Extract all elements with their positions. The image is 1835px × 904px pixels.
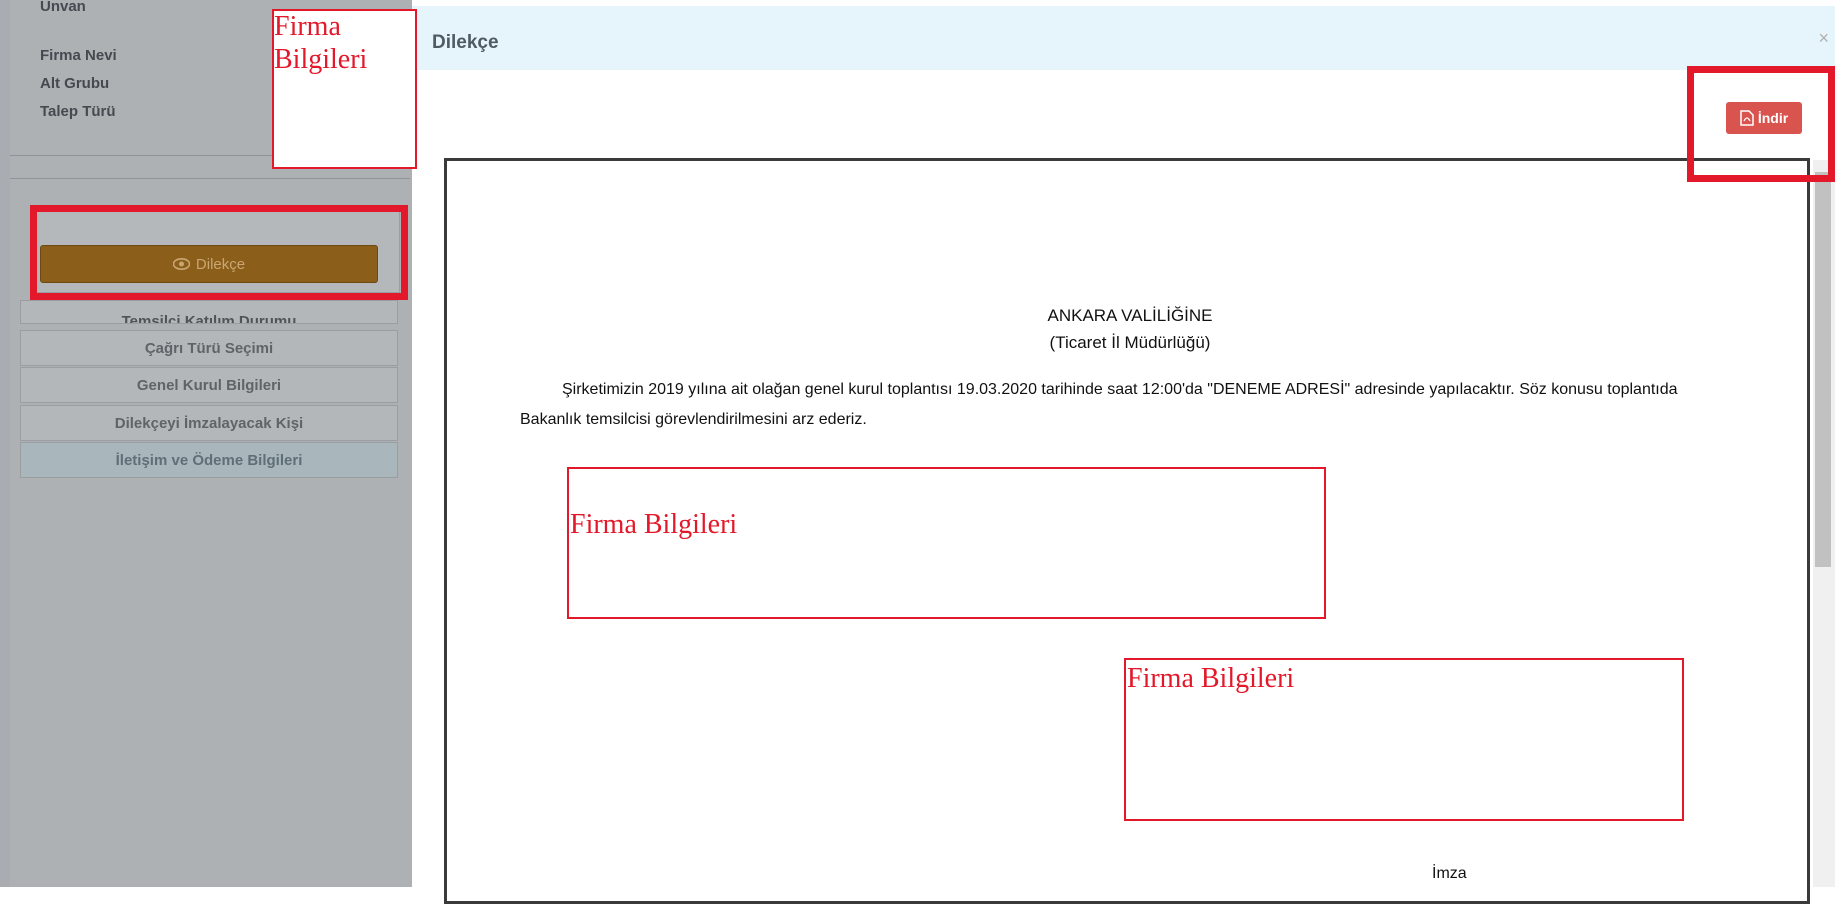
- document-heading: ANKARA VALİLİĞİNE (Ticaret İl Müdürlüğü): [980, 302, 1280, 356]
- modal-title: Dilekçe: [432, 32, 499, 53]
- document-body-text: Şirketimizin 2019 yılına ait olağan gene…: [520, 381, 1678, 428]
- close-icon[interactable]: ×: [1818, 28, 1829, 49]
- annotation-label-middle: Firma Bilgileri: [570, 509, 738, 540]
- menu-item-label: İletişim ve Ödeme Bilgileri: [115, 451, 303, 469]
- menu-item-dilekce-imzalayacak[interactable]: Dilekçeyi İmzalayacak Kişi: [20, 405, 398, 441]
- scrollbar-thumb[interactable]: [1815, 172, 1831, 567]
- document-scrollbar[interactable]: [1813, 160, 1835, 887]
- info-label-unvan: Ünvan: [40, 0, 86, 15]
- annotation-box-middle: [567, 467, 1326, 619]
- annotation-label-bottom: Firma Bilgileri: [1127, 663, 1295, 694]
- menu-item-iletisim-odeme[interactable]: İletişim ve Ödeme Bilgileri: [20, 442, 398, 478]
- info-label-firma-nevi: Firma Nevi: [40, 47, 117, 64]
- menu-item-label: Dilekçeyi İmzalayacak Kişi: [114, 414, 304, 432]
- annotation-label-top: Firma Bilgileri: [274, 11, 368, 75]
- sidebar-divider: [10, 178, 410, 179]
- menu-item-cagri-turu[interactable]: Çağrı Türü Seçimi: [20, 330, 398, 366]
- heading-line-1: ANKARA VALİLİĞİNE: [1047, 306, 1213, 325]
- heading-line-2: (Ticaret İl Müdürlüğü): [1049, 333, 1211, 352]
- menu-item-temsilci-katilim[interactable]: Temsilci Katılım Durumu: [20, 300, 398, 324]
- signature-label: İmza: [1432, 865, 1467, 882]
- document-body: Şirketimizin 2019 yılına ait olağan gene…: [520, 375, 1700, 435]
- modal-header: Dilekçe ×: [412, 6, 1835, 70]
- info-label-alt-grubu: Alt Grubu: [40, 75, 110, 92]
- annotation-highlight-download: [1687, 66, 1835, 182]
- menu-item-label: Çağrı Türü Seçimi: [144, 339, 274, 357]
- menu-item-genel-kurul[interactable]: Genel Kurul Bilgileri: [20, 367, 398, 403]
- menu-item-label: Genel Kurul Bilgileri: [136, 376, 282, 394]
- menu-item-label: Temsilci Katılım Durumu: [121, 313, 297, 324]
- annotation-highlight-dilekce: [30, 205, 408, 300]
- info-label-talep-turu: Talep Türü: [40, 103, 116, 120]
